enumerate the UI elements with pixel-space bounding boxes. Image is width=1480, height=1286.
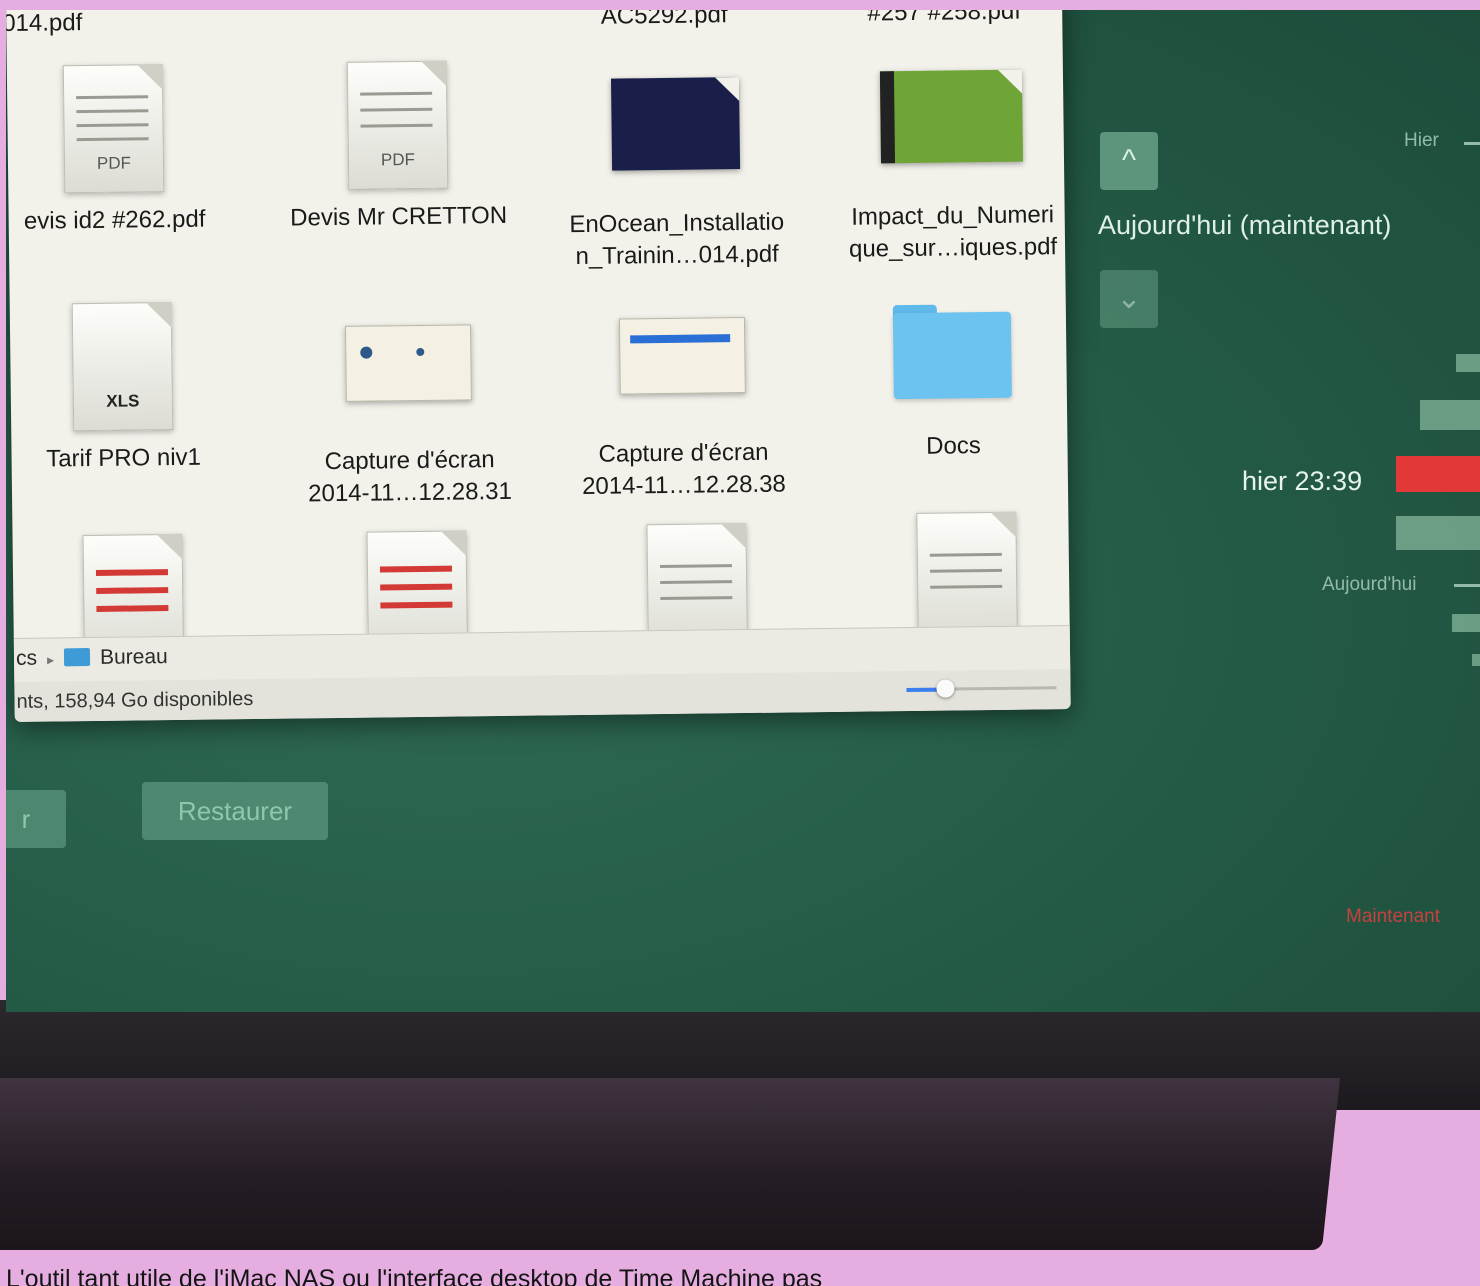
up-arrow-glyph: ^ xyxy=(1121,144,1137,177)
chevron-down-icon[interactable]: ⌄ xyxy=(1100,270,1158,328)
timeline-backup-bar[interactable] xyxy=(1420,400,1480,430)
laptop-hinge xyxy=(0,1078,1340,1250)
xls-document-icon: XLS xyxy=(71,301,174,432)
file-name: Tarif PRO niv1 xyxy=(46,443,202,473)
file-name-line-1: EnOcean_Installatio xyxy=(569,208,785,239)
file-name-line-2: que_sur…iques.pdf xyxy=(848,233,1058,263)
file-item[interactable]: PDF evis id2 #262.pdf xyxy=(6,63,245,238)
file-item[interactable]: Impact_du_Numeri que_sur…iques.pdf xyxy=(821,45,1071,266)
pdf-cover-icon xyxy=(879,69,1024,164)
file-name: Docs xyxy=(925,432,982,460)
pdf-cover-icon xyxy=(610,77,741,171)
screenshot-icon xyxy=(618,316,746,395)
timeline-label-yesterday: Hier xyxy=(1404,130,1439,151)
restore-button-label: Restaurer xyxy=(177,796,293,826)
timeline-tick xyxy=(1464,142,1480,145)
file-item[interactable]: EnOcean_Installatio n_Trainin…014.pdf xyxy=(545,52,808,273)
chevron-up-icon[interactable]: ^ xyxy=(1100,132,1158,190)
file-item[interactable]: Docs xyxy=(822,291,1071,464)
file-name: Devis Mr CRETTON xyxy=(290,201,508,232)
laptop-screen: rch_2014.pdf AC5292.pdf #257 #258.pdf PD… xyxy=(6,10,1480,1012)
path-separator-icon: ▸ xyxy=(46,651,55,668)
timeline-backup-bar[interactable] xyxy=(1396,516,1480,550)
timeline-backup-bar[interactable] xyxy=(1452,614,1480,632)
file-item[interactable]: Capture d'écran 2014-11…12.28.38 xyxy=(552,294,814,503)
file-item[interactable]: rch_2014.pdf xyxy=(6,10,142,42)
finder-window: rch_2014.pdf AC5292.pdf #257 #258.pdf PD… xyxy=(6,10,1071,722)
restore-button[interactable]: Restaurer xyxy=(142,782,328,840)
cancel-button-label: r xyxy=(21,804,31,834)
timeline-label-today: Aujourd'hui xyxy=(1322,574,1417,595)
photo: rch_2014.pdf AC5292.pdf #257 #258.pdf PD… xyxy=(0,0,1480,1286)
cancel-button[interactable]: r xyxy=(6,790,66,848)
screenshot-icon xyxy=(344,324,472,402)
file-name-line-1: Capture d'écran xyxy=(598,438,769,468)
timeline-selected-label: hier 23:39 xyxy=(1242,466,1363,496)
path-item-current[interactable]: Bureau xyxy=(100,645,168,669)
file-name: evis id2 #262.pdf xyxy=(23,205,206,235)
icon-size-slider[interactable] xyxy=(906,677,1057,699)
file-item[interactable]: PDF Devis Mr CRETTON xyxy=(267,60,529,235)
file-item[interactable]: AC5292.pdf xyxy=(534,10,794,34)
caption-text: L'outil tant utile de l'iMac NAS ou l'in… xyxy=(6,1265,823,1286)
folder-icon xyxy=(63,648,91,667)
file-item[interactable]: #257 #258.pdf xyxy=(814,10,1071,30)
timeline-tick xyxy=(1454,584,1480,587)
file-name-line-2: 2014-11…12.28.38 xyxy=(581,470,786,500)
file-name-line-2: n_Trainin…014.pdf xyxy=(575,240,779,271)
folder-icon xyxy=(892,304,1012,400)
file-name-line-1: Impact_du_Numeri xyxy=(851,201,1055,231)
pdf-document-icon xyxy=(916,511,1018,641)
slider-knob[interactable] xyxy=(936,679,955,698)
timeline-selected-bar[interactable] xyxy=(1396,456,1480,492)
file-name: #257 #258.pdf xyxy=(867,10,1022,27)
timeline-label-now: Maintenant xyxy=(1346,906,1441,927)
file-name-line-1: Capture d'écran xyxy=(324,446,495,476)
file-item[interactable]: Capture d'écran 2014-11…12.28.31 xyxy=(278,302,540,511)
timeline-backup-bar[interactable] xyxy=(1472,654,1480,666)
down-arrow-glyph: ⌄ xyxy=(1116,282,1142,315)
current-backup-label: Aujourd'hui (maintenant) xyxy=(1098,210,1392,240)
disk-space-status: nts, 158,94 Go disponibles xyxy=(16,688,254,713)
file-name: rch_2014.pdf xyxy=(6,10,83,38)
file-item[interactable]: XLS Tarif PRO niv1 xyxy=(6,301,254,476)
pdf-document-icon: PDF xyxy=(62,64,165,194)
file-name: AC5292.pdf xyxy=(600,10,728,30)
timeline-backup-bar[interactable] xyxy=(1456,354,1480,372)
pdf-document-icon: PDF xyxy=(346,60,449,190)
path-item-parent[interactable]: cs xyxy=(16,647,37,670)
file-name-line-2: 2014-11…12.28.31 xyxy=(308,477,513,508)
